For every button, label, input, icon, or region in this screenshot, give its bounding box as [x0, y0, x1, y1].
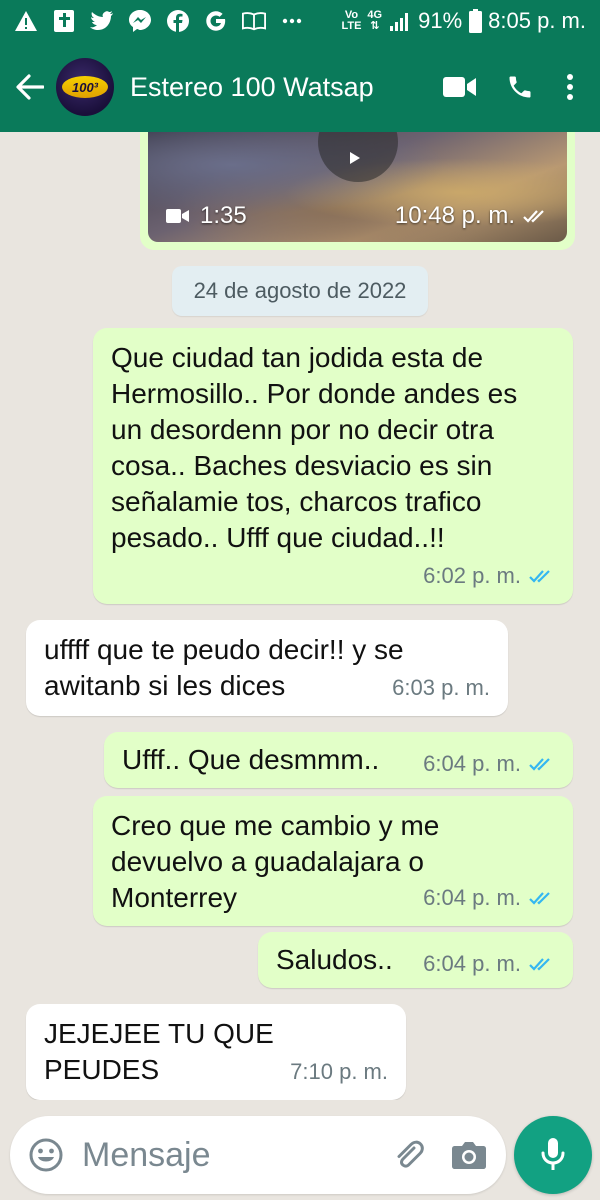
video-thumbnail[interactable]: 1:35 10:48 p. m. [148, 132, 567, 242]
message-text: uffff que te peudo decir!! y se awitanb … [44, 634, 404, 701]
network-type-indicator: 4G ⇅ [367, 10, 382, 32]
date-separator: 24 de agosto de 2022 [172, 266, 428, 316]
message-time: 6:03 p. m. [392, 675, 490, 700]
facebook-icon [166, 9, 190, 33]
message-bubble-incoming[interactable]: uffff que te peudo decir!! y se awitanb … [26, 620, 508, 716]
message-meta: 6:04 p. m. [423, 880, 555, 916]
message-time: 6:04 p. m. [423, 951, 521, 976]
play-icon [350, 152, 360, 164]
header-actions [430, 62, 590, 112]
more-vert-icon [567, 74, 573, 100]
message-bubble-incoming[interactable]: JEJEJEE TU QUE PEUDES 7:10 p. m. [26, 1004, 406, 1100]
attach-icon [397, 1140, 424, 1168]
attach-button[interactable] [384, 1130, 434, 1180]
message-input[interactable] [82, 1135, 352, 1175]
bible-app-icon [52, 9, 76, 33]
read-ticks-icon [529, 758, 550, 771]
status-notification-icons [14, 9, 304, 33]
book-icon [242, 9, 266, 33]
more-options-button[interactable] [550, 62, 590, 112]
video-duration: 1:35 [166, 202, 247, 230]
twitter-icon [90, 9, 114, 33]
warning-icon [14, 9, 38, 33]
google-icon [204, 9, 228, 33]
messenger-icon [128, 9, 152, 33]
video-time-label: 10:48 p. m. [394, 202, 515, 229]
message-time: 7:10 p. m. [290, 1059, 388, 1084]
message-meta: 6:02 p. m. [423, 558, 555, 594]
data-arrows-icon: ⇅ [370, 20, 380, 32]
chat-title[interactable]: Estereo 100 Watsap [130, 72, 378, 103]
composer [0, 1110, 600, 1200]
status-system-icons: Vo LTE 4G ⇅ 91% 8:05 p. m. [341, 8, 586, 34]
emoji-icon [29, 1138, 63, 1172]
message-bubble-outgoing[interactable]: Ufff.. Que desmmm.. 6:04 p. m. [104, 732, 573, 788]
message-text: Que ciudad tan jodida esta de Hermosillo… [111, 342, 518, 553]
message-bubble-outgoing[interactable]: Creo que me cambio y me devuelvo a guada… [93, 796, 573, 926]
avatar-logo: 100³ [62, 76, 108, 98]
emoji-button[interactable] [24, 1133, 68, 1177]
double-check-icon [523, 210, 544, 223]
camera-icon [452, 1142, 486, 1169]
video-message[interactable]: 1:35 10:48 p. m. [140, 132, 575, 250]
message-time: 6:04 p. m. [423, 885, 521, 910]
more-dots-icon [280, 9, 304, 33]
volte-indicator: Vo LTE [341, 10, 361, 32]
signal-icon [388, 9, 412, 33]
video-timestamp: 10:48 p. m. [395, 202, 549, 230]
video-duration-label: 1:35 [200, 202, 247, 229]
message-meta: 7:10 p. m. [290, 1054, 388, 1090]
status-bar: Vo LTE 4G ⇅ 91% 8:05 p. m. [0, 0, 600, 42]
message-meta: 6:03 p. m. [392, 670, 490, 706]
battery-percent: 91% [418, 8, 463, 33]
message-meta: 6:04 p. m. [423, 946, 555, 982]
status-time: 8:05 p. m. [488, 8, 586, 33]
composer-field[interactable] [10, 1116, 506, 1194]
voice-message-button[interactable] [514, 1116, 592, 1194]
back-button[interactable] [6, 63, 54, 111]
message-bubble-outgoing[interactable]: Que ciudad tan jodida esta de Hermosillo… [93, 328, 573, 604]
video-call-button[interactable] [430, 62, 490, 112]
volte-label-bottom: LTE [341, 20, 362, 32]
phone-icon [509, 76, 531, 98]
voice-call-button[interactable] [490, 62, 550, 112]
message-meta: 6:04 p. m. [423, 746, 555, 782]
read-ticks-icon [529, 892, 550, 905]
message-time: 6:02 p. m. [423, 563, 521, 588]
play-button[interactable] [318, 132, 398, 182]
video-call-icon [443, 77, 476, 97]
chat-messages[interactable]: 1:35 10:48 p. m. 24 de agosto de 2022 Qu… [0, 132, 600, 1100]
video-camera-icon [166, 209, 189, 223]
camera-button[interactable] [444, 1130, 494, 1180]
battery-icon [468, 9, 482, 33]
back-arrow-icon [16, 74, 44, 100]
avatar[interactable]: 100³ [56, 58, 114, 116]
read-ticks-icon [529, 570, 550, 583]
read-ticks-icon [529, 958, 550, 971]
mic-icon [541, 1138, 565, 1170]
chat-header: 100³ Estereo 100 Watsap [0, 42, 600, 132]
message-time: 6:04 p. m. [423, 751, 521, 776]
message-bubble-outgoing[interactable]: Saludos.. 6:04 p. m. [258, 932, 573, 988]
